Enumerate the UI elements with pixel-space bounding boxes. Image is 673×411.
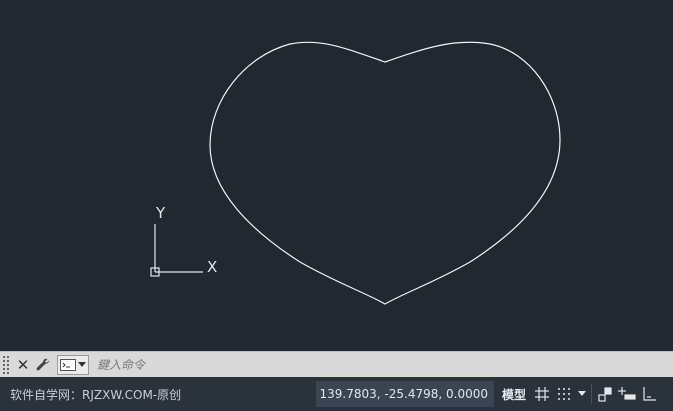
dynamic-input-button[interactable] bbox=[616, 381, 638, 407]
infer-constraints-button[interactable] bbox=[594, 381, 616, 407]
grid-display-button[interactable] bbox=[531, 381, 553, 407]
snap-mode-button[interactable] bbox=[553, 381, 575, 407]
chevron-down-icon bbox=[578, 391, 586, 396]
ortho-icon bbox=[643, 387, 656, 401]
ortho-mode-button[interactable] bbox=[638, 381, 660, 407]
terminal-icon bbox=[60, 358, 76, 371]
ucs-x-label: X bbox=[207, 258, 217, 276]
ucs-icon bbox=[150, 224, 203, 277]
drawing-canvas[interactable]: Y X bbox=[0, 0, 673, 351]
status-bar: 软件自学网：RJZXW.COM-原创 139.7803, -25.4798, 0… bbox=[0, 377, 673, 411]
snap-options-dropdown[interactable] bbox=[575, 381, 589, 407]
snap-dots-icon bbox=[558, 388, 570, 400]
separator bbox=[591, 384, 592, 404]
close-icon[interactable]: ✕ bbox=[13, 355, 33, 375]
ucs-y-label: Y bbox=[155, 204, 166, 222]
command-line-bar: ✕ 鍵入命令 bbox=[0, 351, 673, 377]
wrench-icon[interactable] bbox=[33, 355, 53, 375]
watermark-text: 软件自学网：RJZXW.COM-原创 bbox=[10, 387, 182, 402]
model-space-button[interactable]: 模型 bbox=[497, 381, 531, 407]
dynamic-input-icon bbox=[618, 387, 636, 400]
command-input[interactable]: 鍵入命令 bbox=[93, 353, 669, 376]
drawing-svg: Y X bbox=[150, 41, 561, 305]
coordinate-readout[interactable]: 139.7803, -25.4798, 0.0000 bbox=[316, 381, 494, 407]
command-history-dropdown[interactable] bbox=[57, 354, 89, 375]
constraint-icon bbox=[598, 387, 612, 402]
grid-icon bbox=[535, 387, 549, 401]
drag-handle[interactable] bbox=[3, 355, 13, 374]
chevron-down-icon bbox=[78, 361, 86, 367]
heart-shape[interactable] bbox=[209, 41, 561, 305]
